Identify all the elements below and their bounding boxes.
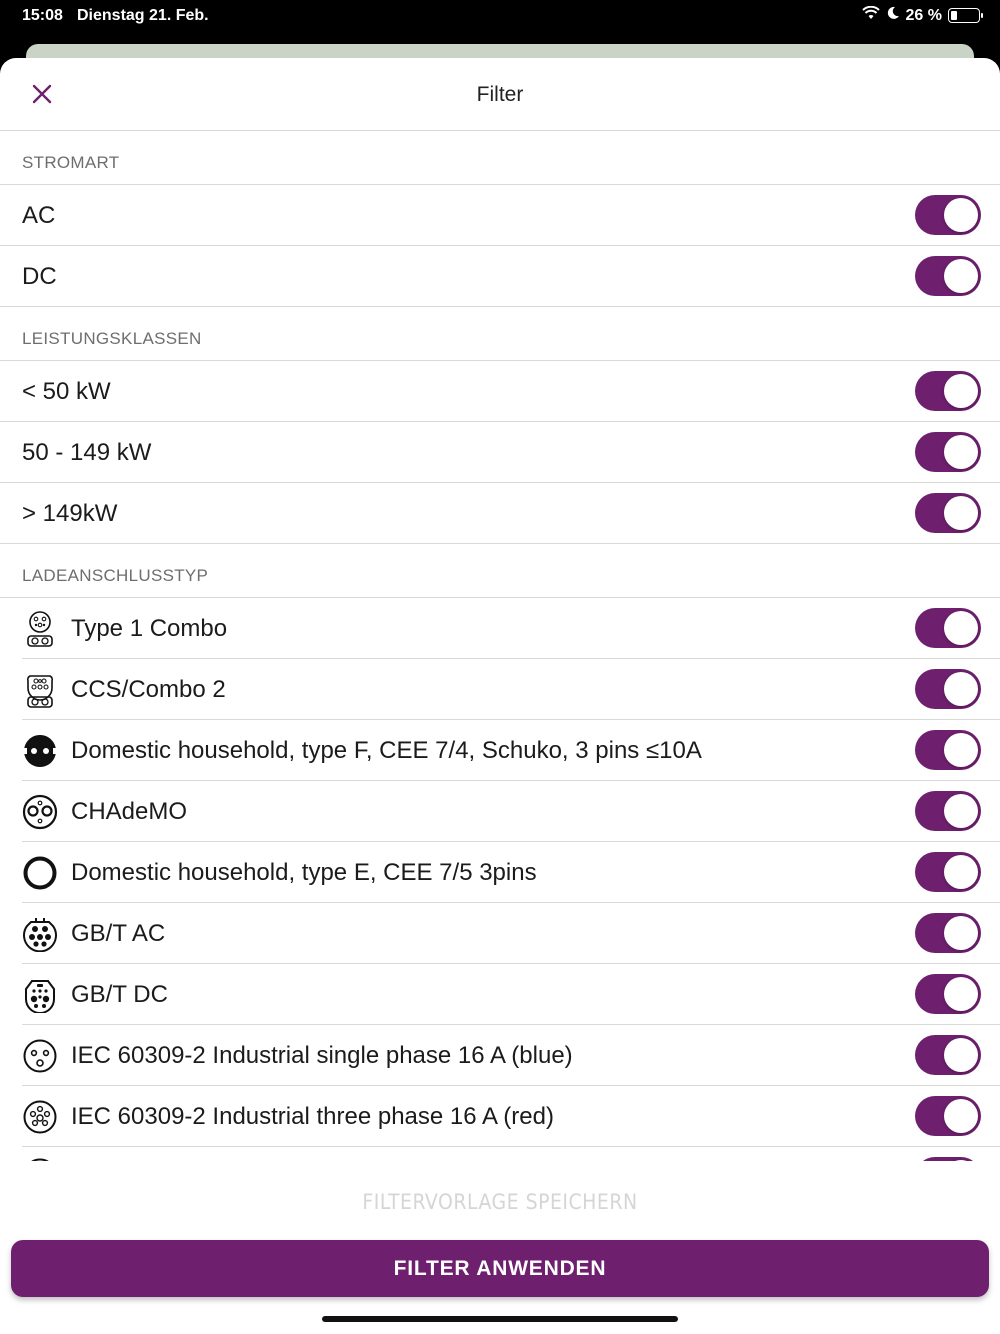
filter-label: < 50 kW <box>22 377 111 405</box>
filter-label: Type 1 Combo <box>71 614 228 642</box>
filter-row-iec-three-phase: IEC 60309-2 Industrial three phase 16 A … <box>0 1086 1000 1147</box>
filter-label: > 149kW <box>22 499 118 527</box>
partial-row-toggle[interactable] <box>915 1157 981 1161</box>
status-date: Dienstag 21. Feb. <box>77 7 209 24</box>
iec-single-phase-icon <box>22 1038 58 1074</box>
ccs-combo2-toggle[interactable] <box>915 669 981 709</box>
battery-percent: 26 % <box>905 6 942 24</box>
filter-row-over-149kw: > 149kW <box>0 483 1000 544</box>
filter-label: CCS/Combo 2 <box>71 675 226 703</box>
filter-row-iec-single-phase: IEC 60309-2 Industrial single phase 16 A… <box>0 1025 1000 1086</box>
gbt-ac-icon <box>22 916 58 952</box>
filter-label: IEC 60309-2 Industrial three phase 16 A … <box>71 1102 554 1130</box>
filter-label: DC <box>22 262 57 290</box>
filter-row-type-e: Domestic household, type E, CEE 7/5 3pin… <box>0 842 1000 903</box>
page-title: Filter <box>476 83 524 106</box>
moon-icon <box>886 6 900 25</box>
filter-row-under-50kw: < 50 kW <box>0 361 1000 422</box>
filter-row-schuko: Domestic household, type F, CEE 7/4, Sch… <box>0 720 1000 781</box>
filter-row-chademo: CHAdeMO <box>0 781 1000 842</box>
iec-three-phase-icon <box>22 1099 58 1135</box>
filter-row-50-149kw: 50 - 149 kW <box>0 422 1000 483</box>
section-header-stromart: STROMART <box>0 131 1000 185</box>
chademo-icon <box>22 794 58 830</box>
ccs-combo2-icon <box>22 672 58 708</box>
type1-combo-toggle[interactable] <box>915 608 981 648</box>
over-149kw-toggle[interactable] <box>915 493 981 533</box>
ac-toggle[interactable] <box>915 195 981 235</box>
filter-sheet: Filter STROMART AC DC LEISTUNGSKLASSEN <… <box>0 58 1000 1334</box>
filter-row-gbt-dc: GB/T DC <box>0 964 1000 1025</box>
filter-label: 50 - 149 kW <box>22 438 152 466</box>
chademo-toggle[interactable] <box>915 791 981 831</box>
filter-label: GB/T AC <box>71 919 166 947</box>
apply-filter-button[interactable]: FILTER ANWENDEN <box>11 1240 989 1297</box>
filter-label: Domestic household, type E, CEE 7/5 3pin… <box>71 858 537 886</box>
filter-row-ccs-combo2: CCS/Combo 2 <box>0 659 1000 720</box>
filter-label: AC <box>22 201 56 229</box>
home-indicator <box>322 1316 678 1322</box>
filter-label: IEC 60309-2 Industrial single phase 16 A… <box>71 1041 573 1069</box>
gbt-ac-toggle[interactable] <box>915 913 981 953</box>
50-149kw-toggle[interactable] <box>915 432 981 472</box>
iec-three-phase-toggle[interactable] <box>915 1096 981 1136</box>
filter-row-dc: DC <box>0 246 1000 307</box>
status-right: 26 % <box>861 5 983 25</box>
section-header-leistungsklassen: LEISTUNGSKLASSEN <box>0 307 1000 361</box>
section-header-ladeanschlusstyp: LADEANSCHLUSSTYP <box>0 544 1000 598</box>
filter-label: CHAdeMO <box>71 797 188 825</box>
connector-icon <box>22 1157 58 1161</box>
gbt-dc-icon <box>22 977 58 1013</box>
filter-row-partial <box>0 1147 1000 1161</box>
schuko-icon <box>22 733 58 769</box>
under-50kw-toggle[interactable] <box>915 371 981 411</box>
wifi-icon <box>861 5 880 25</box>
gbt-dc-toggle[interactable] <box>915 974 981 1014</box>
status-bar: 15:08 Dienstag 21. Feb. 26 % <box>0 0 1000 44</box>
save-template-button[interactable]: FILTERVORLAGE SPEICHERN <box>0 1190 1000 1214</box>
dc-toggle[interactable] <box>915 256 981 296</box>
type-e-toggle[interactable] <box>915 852 981 892</box>
filter-row-type1-combo: Type 1 Combo <box>0 598 1000 659</box>
filter-label: Domestic household, type F, CEE 7/4, Sch… <box>71 736 702 764</box>
iec-single-phase-toggle[interactable] <box>915 1035 981 1075</box>
nav-bar: Filter <box>0 58 1000 131</box>
filter-label: GB/T DC <box>71 980 168 1008</box>
schuko-toggle[interactable] <box>915 730 981 770</box>
filter-list[interactable]: STROMART AC DC LEISTUNGSKLASSEN < 50 kW … <box>0 131 1000 1161</box>
filter-row-ac: AC <box>0 185 1000 246</box>
type1-combo-icon <box>22 610 58 647</box>
filter-row-gbt-ac: GB/T AC <box>0 903 1000 964</box>
status-time: 15:08 <box>22 7 63 24</box>
battery-icon <box>948 8 983 23</box>
type-e-icon <box>22 855 58 891</box>
